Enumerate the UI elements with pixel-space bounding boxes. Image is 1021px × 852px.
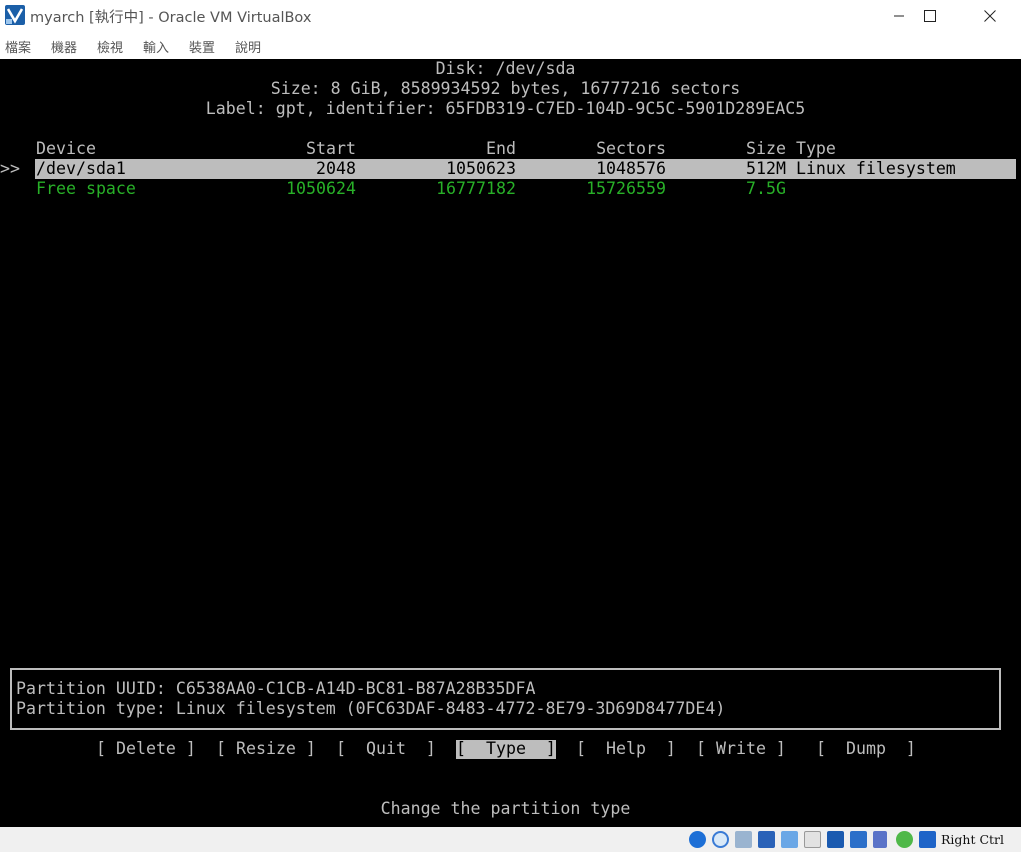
menu-machine[interactable]: 機器 <box>51 37 77 56</box>
network-icon[interactable] <box>758 831 775 848</box>
host-key-label: Right Ctrl <box>941 832 1005 847</box>
dump-button[interactable]: [ Dump ] <box>816 739 916 759</box>
menu-view[interactable]: 檢視 <box>97 37 123 56</box>
action-hint: Change the partition type <box>380 799 631 818</box>
row-end: 1050623 <box>446 159 516 178</box>
disk-header: Disk: /dev/sda <box>435 59 576 78</box>
column-end: End <box>486 139 516 158</box>
partition-uuid-line: Partition UUID: C6538AA0-C1CB-A14D-BC81-… <box>16 679 536 698</box>
audio-icon[interactable] <box>735 831 752 848</box>
menu-input[interactable]: 輸入 <box>143 37 169 56</box>
resize-button[interactable]: [ Resize ] <box>216 739 316 759</box>
type-button[interactable]: [ Type ] <box>456 739 556 759</box>
quit-button[interactable]: [ Quit ] <box>336 739 436 759</box>
column-device: Device <box>36 139 96 158</box>
column-sectors: Sectors <box>596 139 666 158</box>
menu-file[interactable]: 檔案 <box>5 37 31 56</box>
column-size-type: Size Type <box>746 139 836 158</box>
row-sectors: 1048576 <box>596 159 666 178</box>
keyboard-capture-icon[interactable] <box>919 831 936 848</box>
optical-drive-icon[interactable] <box>712 831 729 848</box>
row-end: 16777182 <box>436 179 516 198</box>
minimize-icon <box>894 15 904 17</box>
menu-devices[interactable]: 裝置 <box>189 37 215 56</box>
menu-bar: 檔案 機器 檢視 輸入 裝置 說明 <box>0 32 1021 59</box>
window-title: myarch [執行中] - Oracle VM VirtualBox <box>30 10 312 26</box>
recording-icon[interactable] <box>850 831 867 848</box>
row-size-type: 512M Linux filesystem <box>746 159 956 178</box>
usb-icon[interactable] <box>781 831 798 848</box>
virtualbox-icon <box>5 5 25 25</box>
row-device: /dev/sda1 <box>36 159 126 178</box>
write-button[interactable]: [ Write ] <box>696 739 786 759</box>
delete-button[interactable]: [ Delete ] <box>96 739 196 759</box>
help-button[interactable]: [ Help ] <box>576 739 676 759</box>
partition-type-line: Partition type: Linux filesystem (0FC63D… <box>16 699 726 718</box>
row-sectors: 15726559 <box>586 179 666 198</box>
row-start: 1050624 <box>286 179 356 198</box>
disk-size-line: Size: 8 GiB, 8589934592 bytes, 16777216 … <box>270 79 741 98</box>
display-icon[interactable] <box>827 831 844 848</box>
menu-help[interactable]: 說明 <box>235 37 261 56</box>
row-start: 2048 <box>316 159 356 178</box>
row-cursor: >> <box>0 159 20 178</box>
shared-folders-icon[interactable] <box>804 831 821 848</box>
maximize-icon <box>924 10 936 22</box>
status-bar: Right Ctrl <box>0 827 1021 852</box>
row-device: Free space <box>36 179 136 198</box>
vm-screen[interactable]: Disk: /dev/sda Size: 8 GiB, 8589934592 b… <box>0 59 1021 827</box>
cpu-icon[interactable] <box>873 831 887 848</box>
close-icon <box>984 10 996 22</box>
mouse-integration-icon[interactable] <box>896 831 913 848</box>
disk-label-line: Label: gpt, identifier: 65FDB319-C7ED-10… <box>205 99 806 118</box>
row-size-type: 7.5G <box>746 179 786 198</box>
title-bar: myarch [執行中] - Oracle VM VirtualBox <box>0 0 1021 32</box>
maximize-button[interactable] <box>907 0 953 32</box>
hard-disk-icon[interactable] <box>689 831 706 848</box>
close-button[interactable] <box>967 0 1013 32</box>
column-start: Start <box>306 139 356 158</box>
